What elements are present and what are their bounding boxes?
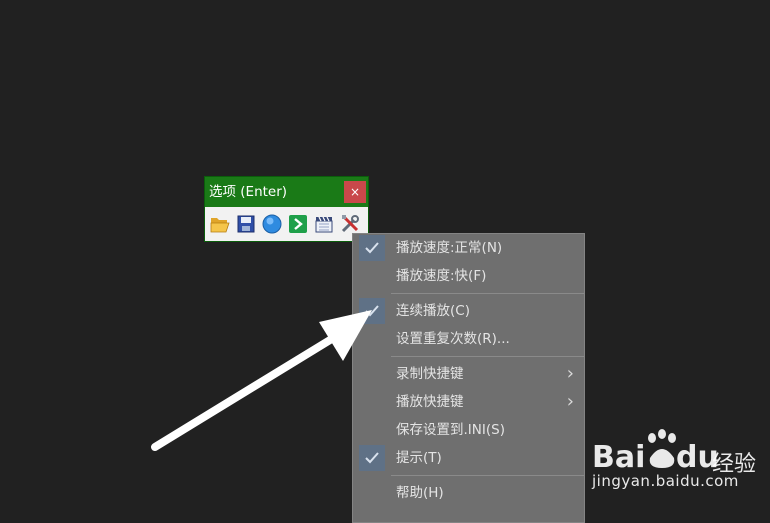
watermark-brand: Bai bbox=[592, 440, 646, 475]
watermark-url: jingyan.baidu.com bbox=[592, 472, 739, 490]
